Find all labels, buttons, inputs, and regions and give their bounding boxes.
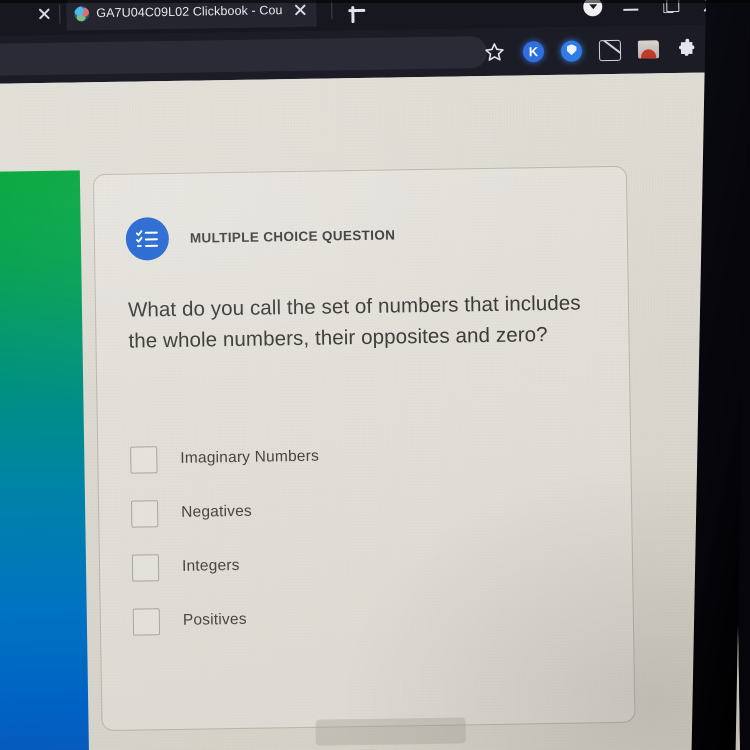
photo-of-screen: Goog GA7U04C09L02 Clickbook - Cou bbox=[0, 0, 750, 750]
browser-window: Goog GA7U04C09L02 Clickbook - Cou bbox=[0, 0, 741, 750]
browser-tab-1[interactable]: Goog bbox=[0, 0, 61, 32]
device-bezel-top bbox=[0, 0, 750, 3]
tab-divider bbox=[59, 4, 61, 24]
address-bar[interactable] bbox=[0, 35, 488, 77]
answer-option-label: Imaginary Numbers bbox=[180, 447, 320, 467]
tab-title: Goog bbox=[0, 7, 29, 22]
sidebar-gradient-panel bbox=[0, 170, 90, 750]
checkbox-icon[interactable] bbox=[131, 553, 160, 582]
star-icon[interactable] bbox=[483, 40, 506, 63]
tab-divider bbox=[331, 0, 333, 20]
answer-option[interactable]: Positives bbox=[132, 588, 573, 649]
new-tab-button[interactable] bbox=[344, 0, 369, 23]
browser-tab-2[interactable]: GA7U04C09L02 Clickbook - Cou bbox=[66, 0, 317, 31]
checkbox-icon[interactable] bbox=[132, 607, 161, 636]
question-type-header: MULTIPLE CHOICE QUESTION bbox=[125, 213, 396, 261]
submit-button[interactable] bbox=[315, 717, 466, 746]
checkbox-icon[interactable] bbox=[130, 445, 158, 474]
close-icon[interactable] bbox=[36, 6, 52, 22]
answer-option-label: Positives bbox=[182, 610, 247, 629]
answer-options-list: Imaginary Numbers Negatives Integers Pos… bbox=[130, 426, 573, 649]
letter-k-icon[interactable]: K bbox=[522, 40, 545, 62]
site-favicon-icon bbox=[74, 5, 90, 21]
puzzle-icon[interactable] bbox=[676, 37, 699, 60]
question-text: What do you call the set of numbers that… bbox=[127, 291, 581, 353]
map-image-icon[interactable] bbox=[598, 39, 622, 61]
shield-icon[interactable] bbox=[560, 39, 583, 62]
question-type-label: MULTIPLE CHOICE QUESTION bbox=[189, 227, 396, 246]
window-controls bbox=[583, 0, 723, 26]
folder-icon[interactable] bbox=[637, 40, 660, 59]
checkbox-icon[interactable] bbox=[130, 499, 159, 528]
answer-option[interactable]: Negatives bbox=[130, 480, 572, 541]
question-card: MULTIPLE CHOICE QUESTION What do you cal… bbox=[92, 165, 636, 732]
answer-option-label: Negatives bbox=[181, 502, 253, 521]
close-icon[interactable] bbox=[292, 2, 308, 18]
toolbar-icon-group: K bbox=[483, 24, 722, 76]
checklist-icon bbox=[125, 216, 170, 261]
answer-option[interactable]: Integers bbox=[131, 534, 573, 595]
tab-title: GA7U04C09L02 Clickbook - Cou bbox=[96, 3, 283, 21]
page-viewport: MULTIPLE CHOICE QUESTION What do you cal… bbox=[0, 72, 741, 750]
answer-option-label: Integers bbox=[181, 556, 240, 575]
answer-option[interactable]: Imaginary Numbers bbox=[130, 426, 571, 487]
